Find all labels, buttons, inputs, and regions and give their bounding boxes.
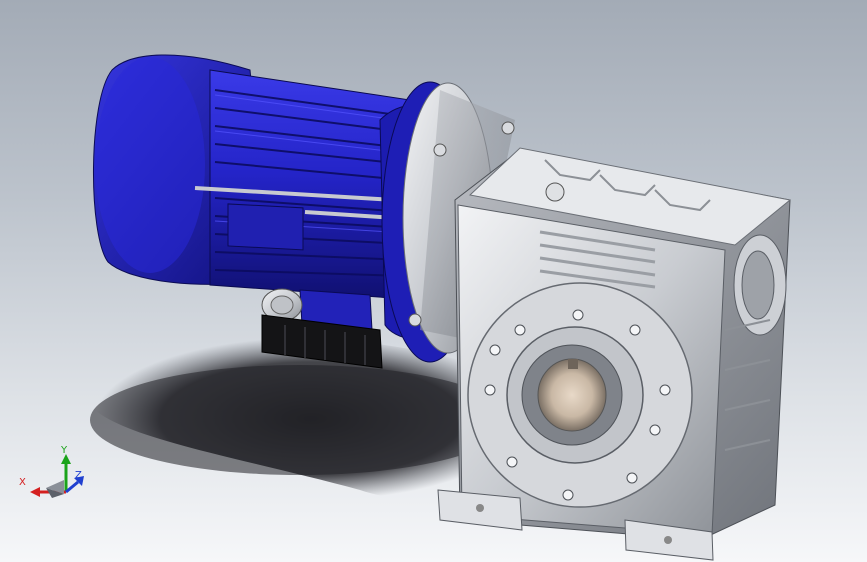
graphics-viewport[interactable]: X Y Z <box>0 0 867 562</box>
hollow-output-bore <box>537 358 607 432</box>
triad-x-label: X <box>19 477 26 488</box>
nameplate <box>227 203 304 251</box>
coordinate-triad: X Y Z <box>16 444 90 506</box>
keyway <box>568 359 578 369</box>
model-scene[interactable] <box>0 0 867 562</box>
triad-z-label: Z <box>75 470 82 481</box>
vent-plug <box>545 182 565 202</box>
worm-gearbox[interactable] <box>437 147 792 561</box>
triad-y-label: Y <box>61 445 68 456</box>
